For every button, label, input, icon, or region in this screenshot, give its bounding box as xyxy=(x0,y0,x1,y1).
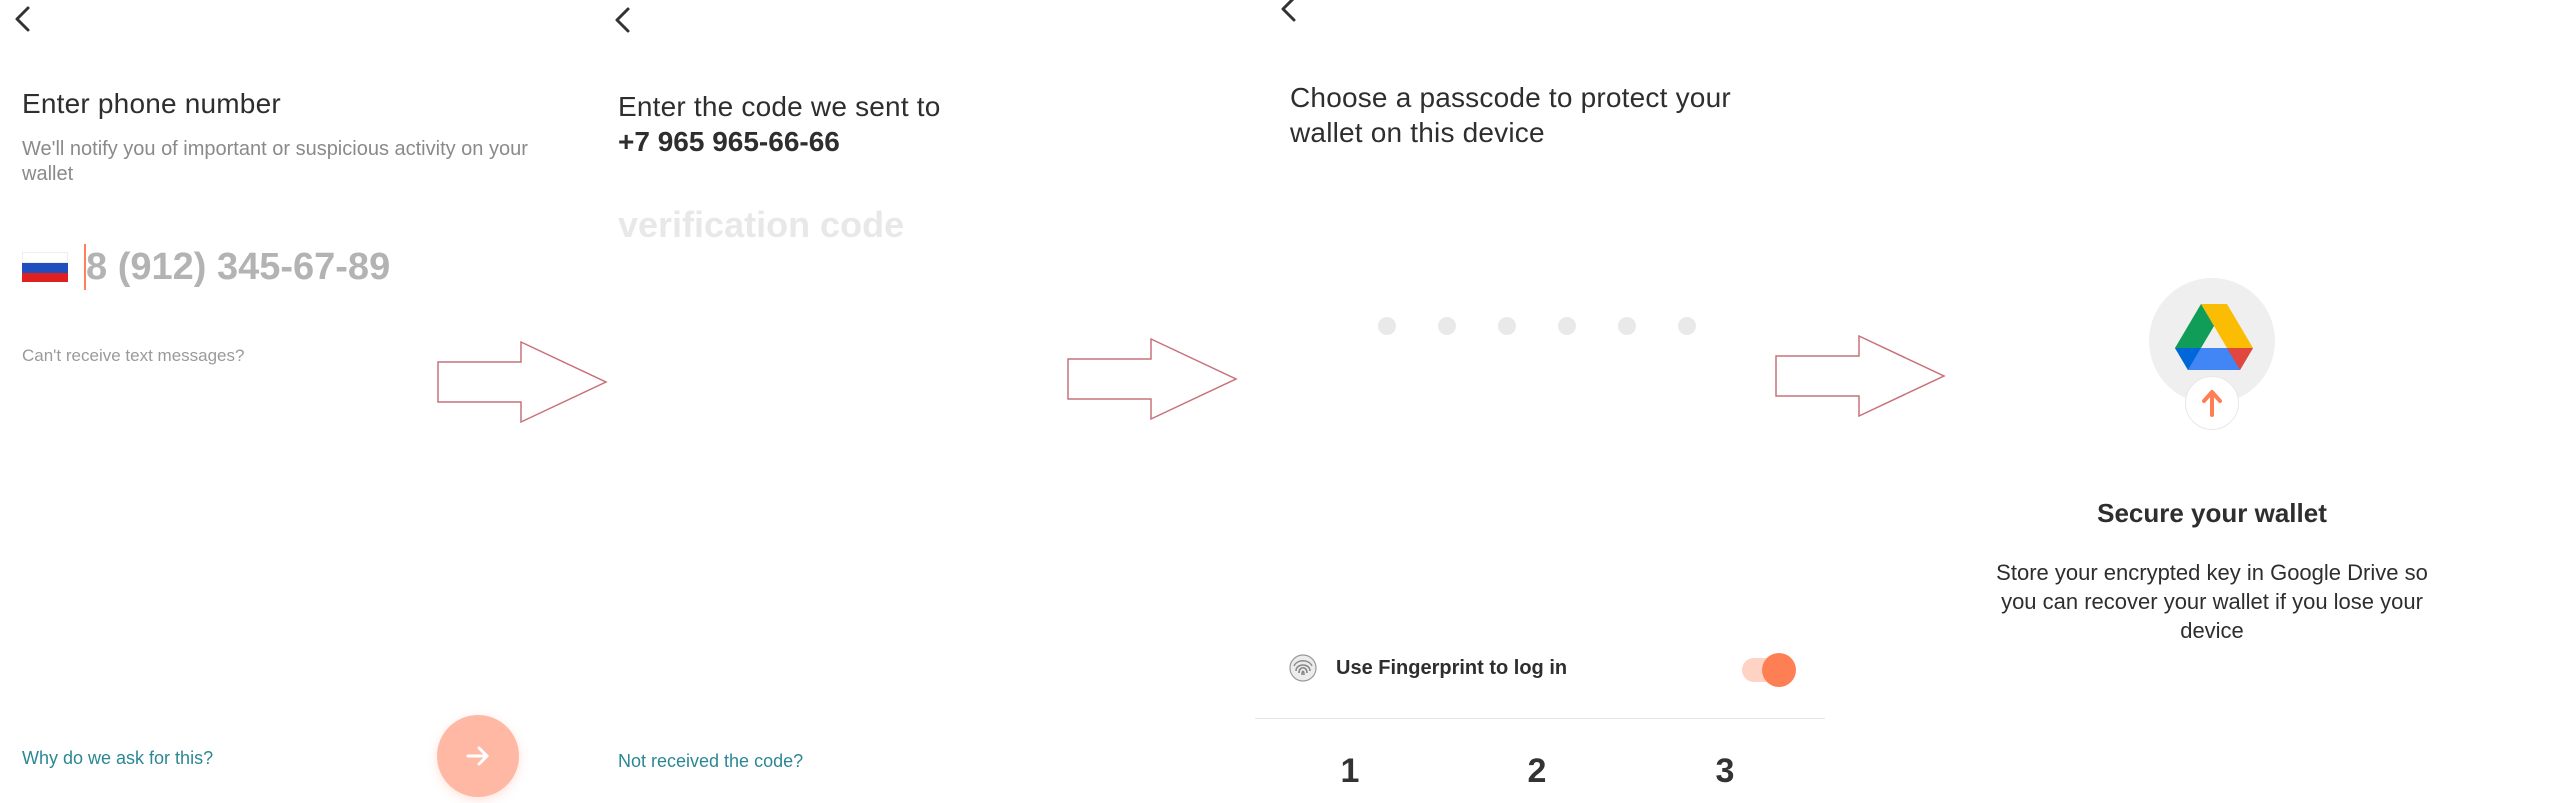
target-phone-number: +7 965 965-66-66 xyxy=(618,126,840,157)
back-arrow-icon[interactable] xyxy=(608,5,638,35)
flow-arrow-icon xyxy=(437,340,608,424)
passcode-dots xyxy=(1230,0,1860,400)
page-title: Secure your wallet xyxy=(2097,498,2327,528)
passcode-dot xyxy=(1558,317,1576,335)
secure-wallet-screen: Secure your wallet Store your encrypted … xyxy=(1900,0,2560,803)
passcode-dot xyxy=(1618,317,1636,335)
back-arrow-icon[interactable] xyxy=(8,4,38,34)
passcode-screen: Choose a passcode to protect your wallet… xyxy=(1230,0,1860,803)
page-title: Enter the code we sent to xyxy=(618,91,941,122)
fingerprint-icon xyxy=(1289,654,1317,682)
upload-arrow-icon xyxy=(2202,390,2222,417)
arrow-right-icon xyxy=(466,746,489,766)
russia-flag-icon[interactable] xyxy=(22,252,68,282)
fingerprint-label: Use Fingerprint to log in xyxy=(1336,657,1568,679)
keypad-key-1[interactable]: 1 xyxy=(1320,752,1380,791)
next-button[interactable] xyxy=(437,715,519,797)
why-ask-link[interactable]: Why do we ask for this? xyxy=(22,748,213,769)
passcode-dot xyxy=(1678,317,1696,335)
cant-receive-sms-link[interactable]: Can't receive text messages? xyxy=(22,346,244,366)
page-title: Enter phone number xyxy=(22,88,281,119)
page-description: Store your encrypted key in Google Drive… xyxy=(1996,560,2428,643)
page-subtitle: We'll notify you of important or suspici… xyxy=(22,138,528,185)
upload-badge xyxy=(2185,376,2239,430)
flow-arrow-icon xyxy=(1067,337,1238,421)
fingerprint-toggle[interactable] xyxy=(1742,653,1796,687)
passcode-dot xyxy=(1498,317,1516,335)
keypad-key-2[interactable]: 2 xyxy=(1507,752,1567,791)
verification-code-input[interactable] xyxy=(618,202,1018,248)
not-received-code-link[interactable]: Not received the code? xyxy=(618,751,803,772)
phone-number-input[interactable] xyxy=(86,244,426,290)
passcode-dot xyxy=(1378,317,1396,335)
toggle-knob xyxy=(1762,653,1796,687)
divider xyxy=(1255,718,1825,719)
google-drive-icon xyxy=(2175,304,2253,370)
keypad-key-3[interactable]: 3 xyxy=(1695,752,1755,791)
passcode-dot xyxy=(1438,317,1456,335)
